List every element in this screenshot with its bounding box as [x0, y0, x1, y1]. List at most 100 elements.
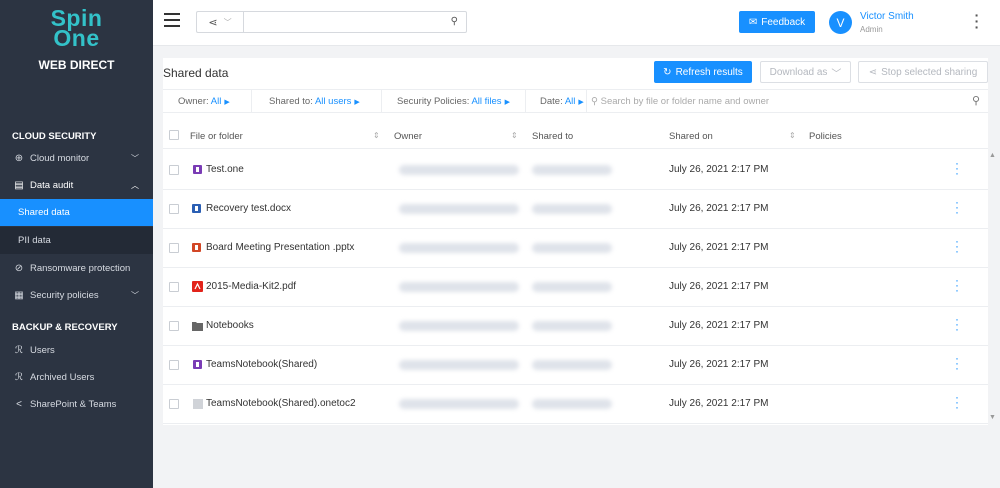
row-checkbox[interactable]: [169, 360, 179, 370]
column-shared-on[interactable]: Shared on: [669, 131, 713, 142]
sidebar-item-sharepoint-teams[interactable]: < SharePoint & Teams: [0, 391, 153, 418]
table-row[interactable]: Notebooks July 26, 2021 2:17 PM · · ·: [163, 307, 988, 346]
chevron-down-icon: ﹀: [131, 154, 139, 163]
table-row[interactable]: TeamsNotebook(Shared).onetoc2 July 26, 2…: [163, 385, 988, 424]
shared-on-value: July 26, 2021 2:17 PM: [669, 359, 769, 370]
caret-right-icon: ▶: [224, 99, 230, 106]
share-type-select[interactable]: ⋖ ﹀: [196, 11, 243, 33]
download-label: Download as: [769, 66, 828, 78]
hamburger-menu-icon[interactable]: [164, 13, 180, 27]
logo-line-2: One: [53, 25, 100, 51]
powerpoint-icon: [192, 242, 203, 253]
sort-icon[interactable]: ⇕: [511, 131, 518, 140]
row-actions-icon[interactable]: · · ·: [954, 235, 960, 257]
scroll-up-icon[interactable]: ▲: [989, 152, 996, 159]
row-actions-icon[interactable]: · · ·: [954, 352, 960, 374]
refresh-label: Refresh results: [675, 66, 743, 78]
column-policies[interactable]: Policies: [809, 131, 842, 142]
filter-value: All files: [471, 96, 502, 107]
shared-on-value: July 26, 2021 2:17 PM: [669, 164, 769, 175]
download-as-button[interactable]: Download as ﹀: [760, 61, 851, 83]
column-file-or-folder[interactable]: File or folder: [190, 131, 243, 142]
policy-icon: ▦: [14, 290, 24, 301]
sidebar-item-cloud-monitor[interactable]: ⊕ Cloud monitor ﹀: [0, 145, 153, 172]
security-policies-filter[interactable]: Security Policies: All files ▶: [397, 96, 510, 107]
row-checkbox[interactable]: [169, 204, 179, 214]
shared-to-value: [532, 243, 612, 253]
row-checkbox[interactable]: [169, 282, 179, 292]
shared-to-value: [532, 282, 612, 292]
search-icon[interactable]: ⚲: [972, 94, 980, 107]
table-row[interactable]: TeamsNotebook(Shared) July 26, 2021 2:17…: [163, 346, 988, 385]
search-icon[interactable]: ⚲: [451, 16, 458, 27]
filter-label: Security Policies:: [397, 96, 470, 107]
row-checkbox[interactable]: [169, 243, 179, 253]
shared-on-value: July 26, 2021 2:17 PM: [669, 398, 769, 409]
feedback-button[interactable]: ✉ Feedback: [739, 11, 815, 33]
shield-icon: ⊘: [14, 263, 24, 274]
table-header: File or folder ⇕ Owner ⇕ Shared to Share…: [163, 123, 988, 149]
more-options-icon[interactable]: · · ·: [973, 8, 981, 34]
owner-filter[interactable]: Owner: All ▶: [178, 96, 230, 107]
select-all-checkbox[interactable]: [169, 130, 179, 140]
table-row[interactable]: Test.one July 26, 2021 2:17 PM · · ·: [163, 151, 988, 190]
caret-right-icon: ▶: [354, 99, 360, 106]
filter-label: Owner:: [178, 96, 209, 107]
shared-data-panel: Shared data ↻ Refresh results Download a…: [163, 58, 988, 425]
caret-right-icon: ▶: [504, 99, 510, 106]
logo-subtitle: WEB DIRECT: [38, 58, 115, 72]
file-name: Test.one: [206, 164, 244, 175]
row-actions-icon[interactable]: · · ·: [954, 196, 960, 218]
sidebar-item-security-policies[interactable]: ▦ Security policies ﹀: [0, 282, 153, 309]
user-name[interactable]: Victor Smith: [860, 11, 914, 22]
folder-icon: [192, 320, 203, 331]
sort-icon[interactable]: ⇕: [373, 131, 380, 140]
stop-label: Stop selected sharing: [881, 66, 978, 78]
owner-value: [399, 399, 519, 409]
owner-value: [399, 204, 519, 214]
caret-right-icon: ▶: [578, 99, 584, 106]
shared-to-value: [532, 399, 612, 409]
sidebar-item-archived-users[interactable]: ℛ Archived Users: [0, 364, 153, 391]
table-row[interactable]: Recovery test.docx July 26, 2021 2:17 PM…: [163, 190, 988, 229]
file-name: TeamsNotebook(Shared): [206, 359, 318, 370]
table-row[interactable]: 2015-Media-Kit2.pdf July 26, 2021 2:17 P…: [163, 268, 988, 307]
sidebar-item-shared-data[interactable]: Shared data: [0, 199, 153, 226]
chevron-down-icon: ﹀: [131, 291, 139, 300]
sidebar-item-pii-data[interactable]: PII data: [0, 227, 153, 254]
row-checkbox[interactable]: [169, 321, 179, 331]
date-filter[interactable]: Date: All ▶: [540, 96, 584, 107]
spinone-logo[interactable]: Spin One WEB DIRECT: [0, 7, 153, 73]
refresh-results-button[interactable]: ↻ Refresh results: [654, 61, 752, 83]
filter-bar: Owner: All ▶ Shared to: All users ▶ Securi…: [163, 89, 988, 113]
shared-to-filter[interactable]: Shared to: All users ▶: [269, 96, 360, 107]
section-backup-recovery: BACKUP & RECOVERY: [12, 322, 118, 333]
sort-icon[interactable]: ⇕: [789, 131, 796, 140]
row-actions-icon[interactable]: · · ·: [954, 391, 960, 413]
row-checkbox[interactable]: [169, 165, 179, 175]
stop-sharing-button[interactable]: ⋖ Stop selected sharing: [858, 61, 988, 83]
refresh-icon: ↻: [663, 66, 672, 78]
onenote-icon: [192, 359, 203, 370]
owner-value: [399, 360, 519, 370]
row-actions-icon[interactable]: · · ·: [954, 274, 960, 296]
shared-on-value: July 26, 2021 2:17 PM: [669, 242, 769, 253]
sidebar-item-data-audit[interactable]: ▤ Data audit ︿: [0, 172, 153, 199]
scroll-down-icon[interactable]: ▼: [989, 414, 996, 421]
column-shared-to[interactable]: Shared to: [532, 131, 573, 142]
sidebar-item-users[interactable]: ℛ Users: [0, 337, 153, 364]
pdf-icon: [192, 281, 203, 292]
row-actions-icon[interactable]: · · ·: [954, 157, 960, 179]
row-actions-icon[interactable]: · · ·: [954, 313, 960, 335]
avatar[interactable]: V: [829, 11, 852, 34]
row-checkbox[interactable]: [169, 399, 179, 409]
table-row[interactable]: Board Meeting Presentation .pptx July 26…: [163, 229, 988, 268]
mail-icon: ✉: [748, 16, 758, 28]
filter-label: Date:: [540, 96, 563, 107]
column-owner[interactable]: Owner: [394, 131, 422, 142]
search-input[interactable]: [244, 12, 444, 32]
file-search-input[interactable]: ⚲ Search by file or folder name and owne…: [591, 96, 769, 107]
sidebar-item-ransomware-protection[interactable]: ⊘ Ransomware protection: [0, 255, 153, 282]
share-icon: ⋖: [208, 16, 218, 29]
share-icon: <: [16, 399, 22, 410]
